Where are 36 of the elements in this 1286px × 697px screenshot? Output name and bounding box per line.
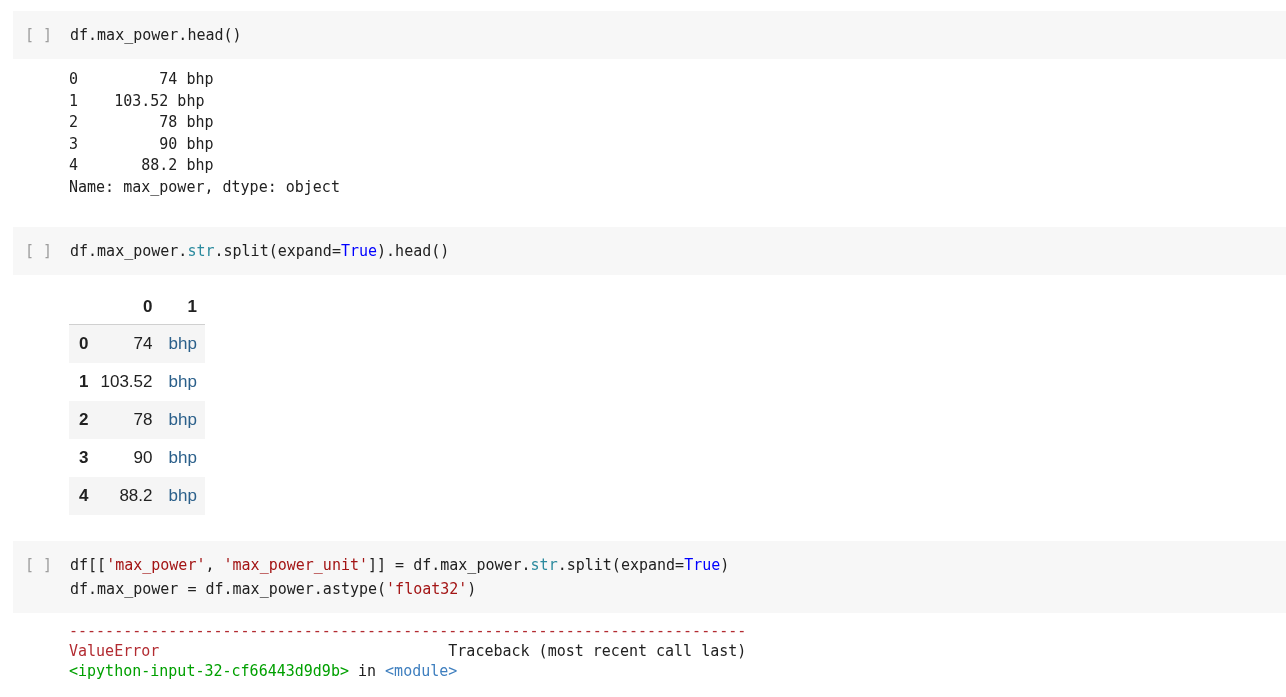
row-index: 3 — [69, 438, 93, 477]
code-line: df.max_power.str.split(expand=True).head() — [70, 240, 450, 262]
row-index: 2 — [69, 400, 93, 439]
cell-prompt: [ ] — [24, 554, 54, 576]
row-index: 0 — [69, 324, 93, 363]
table-cell: bhp — [160, 362, 205, 401]
table-cell: 103.52 — [92, 362, 161, 401]
code-line: df.max_power = df.max_power.astype('float32') — [70, 578, 478, 600]
table-cell: 74 — [92, 324, 161, 363]
output-line: 3 90 bhp — [69, 133, 215, 155]
code-cell[interactable]: [ ] df[['max_power', 'max_power_unit']] = df.max_power.str.split(expand=True) df.max_power = df.max_power.astype('float32') — [13, 540, 1286, 613]
table-cell: bhp — [160, 400, 205, 439]
code-line: df.max_power.head() — [70, 25, 242, 46]
table-cell: bhp — [160, 476, 205, 515]
output-line: 4 88.2 bhp — [69, 155, 215, 177]
code-cell[interactable]: [ ] df.max_power.head() — [13, 11, 1286, 59]
table-cell: 88.2 — [92, 476, 161, 515]
cell-prompt: [ ] — [24, 240, 54, 262]
column-header: 0 — [92, 288, 161, 325]
table-cell: bhp — [160, 438, 205, 477]
traceback-line: --------------------------------------------------------------------------- — [69, 620, 748, 641]
output-line: Name: max_power, dtype: object — [69, 176, 341, 198]
output-line: 2 78 bhp — [69, 112, 215, 134]
output-line: 0 74 bhp — [69, 69, 215, 90]
traceback-line: <ipython-input-32-cf66443d9d9b> in <module> — [69, 660, 459, 681]
table-cell: bhp — [160, 324, 205, 363]
row-index: 1 — [69, 362, 93, 401]
traceback-line: ValueError Traceback (most recent call last) — [69, 640, 748, 661]
output-line: 1 103.52 bhp — [69, 90, 206, 112]
table-cell: 78 — [92, 400, 161, 439]
row-index: 4 — [69, 476, 93, 515]
cell-prompt: [ ] — [24, 25, 54, 46]
column-header: 1 — [160, 288, 205, 325]
code-cell[interactable]: [ ] df.max_power.str.split(expand=True).head() — [13, 226, 1286, 275]
table-cell: 90 — [92, 438, 161, 477]
code-line: df[['max_power', 'max_power_unit']] = df.max_power.str.split(expand=True) — [70, 554, 730, 576]
